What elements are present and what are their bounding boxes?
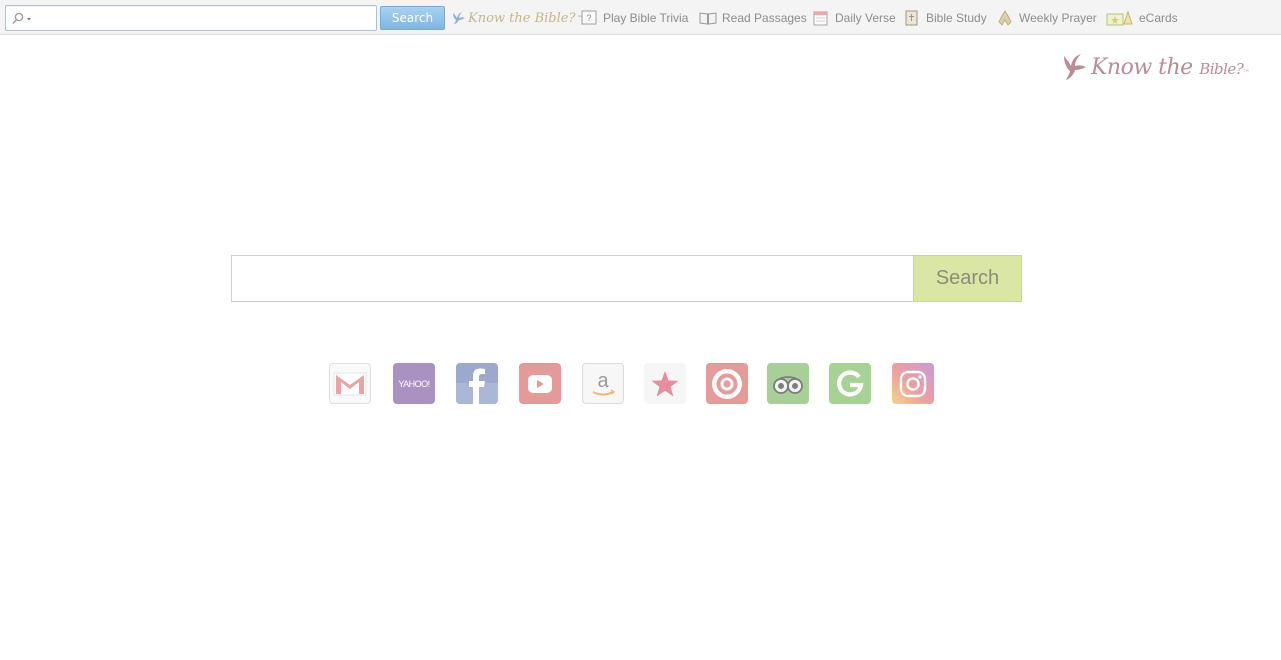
toolbar-link-label: Read Passages (722, 11, 807, 25)
amazon-icon: a (592, 370, 616, 395)
toolbar-link-trivia[interactable]: ? Play Bible Trivia (580, 9, 688, 27)
main-search-input[interactable] (232, 256, 914, 301)
toolbar-link-bible-study[interactable]: Bible Study (903, 9, 987, 27)
toolbar-link-label: Weekly Prayer (1019, 11, 1097, 25)
quick-link-gmail[interactable] (329, 363, 371, 404)
praying-hands-icon (998, 10, 1012, 26)
svg-text:?: ? (586, 13, 591, 23)
google-icon (837, 369, 864, 397)
quick-link-tripadvisor[interactable] (767, 363, 809, 404)
quick-link-instagram[interactable] (892, 363, 934, 404)
youtube-icon (528, 374, 552, 393)
dove-icon (453, 12, 465, 24)
gmail-icon (333, 372, 367, 395)
main-search-button[interactable]: Search (913, 255, 1022, 302)
yahoo-icon: YAHOO! (398, 378, 430, 389)
quick-link-amazon[interactable]: a (582, 363, 624, 404)
toolbar: Search Know the Bible? ™ ? Play Bible Tr… (0, 0, 1281, 35)
brand-text-1: Know the (1091, 54, 1193, 80)
quick-link-macys[interactable] (644, 363, 686, 404)
quick-link-youtube[interactable] (519, 363, 561, 404)
toolbar-link-label: Play Bible Trivia (603, 11, 689, 25)
toolbar-link-label: eCards (1139, 11, 1178, 25)
toolbar-link-label: Bible Study (926, 11, 987, 25)
facebook-icon (456, 368, 498, 404)
calendar-icon (813, 11, 828, 26)
toolbar-search-input[interactable] (36, 8, 372, 28)
tripadvisor-icon (773, 375, 803, 394)
toolbar-link-daily-verse[interactable]: Daily Verse (812, 9, 896, 27)
brand-logo[interactable]: Know the Bible?™ (1062, 50, 1262, 84)
brand-text: Know the Bible?™ (1091, 55, 1249, 80)
quick-link-yahoo[interactable]: YAHOO! (393, 363, 435, 404)
instagram-icon (899, 370, 927, 397)
search-dropdown-icon[interactable] (10, 11, 32, 25)
macys-star-icon (651, 370, 679, 396)
brand-text-2: Bible? (1199, 59, 1244, 78)
main-search-box[interactable] (231, 255, 1022, 302)
toolbar-search-button[interactable]: Search (380, 6, 445, 30)
amazon-letter: a (597, 370, 609, 392)
dove-logo-icon (1064, 54, 1086, 80)
quick-link-facebook[interactable] (456, 363, 498, 404)
toolbar-logo[interactable]: Know the Bible? ™ (451, 8, 582, 28)
toolbar-link-ecards[interactable]: eCards (1106, 9, 1178, 27)
brand-tm: ™ (1243, 68, 1249, 76)
target-icon (712, 368, 742, 399)
toolbar-link-label: Daily Verse (835, 11, 896, 25)
quick-link-google[interactable] (829, 363, 871, 404)
open-book-icon (699, 12, 717, 25)
toolbar-logo-text: Know the Bible? (468, 10, 576, 26)
toolbar-link-weekly-prayer[interactable]: Weekly Prayer (996, 9, 1097, 27)
trivia-icon: ? (581, 10, 597, 25)
quick-link-target[interactable] (706, 363, 748, 404)
toolbar-link-read-passages[interactable]: Read Passages (699, 9, 807, 27)
bible-icon (905, 10, 918, 26)
ecard-icon (1106, 10, 1133, 26)
toolbar-search-box[interactable] (5, 5, 377, 31)
